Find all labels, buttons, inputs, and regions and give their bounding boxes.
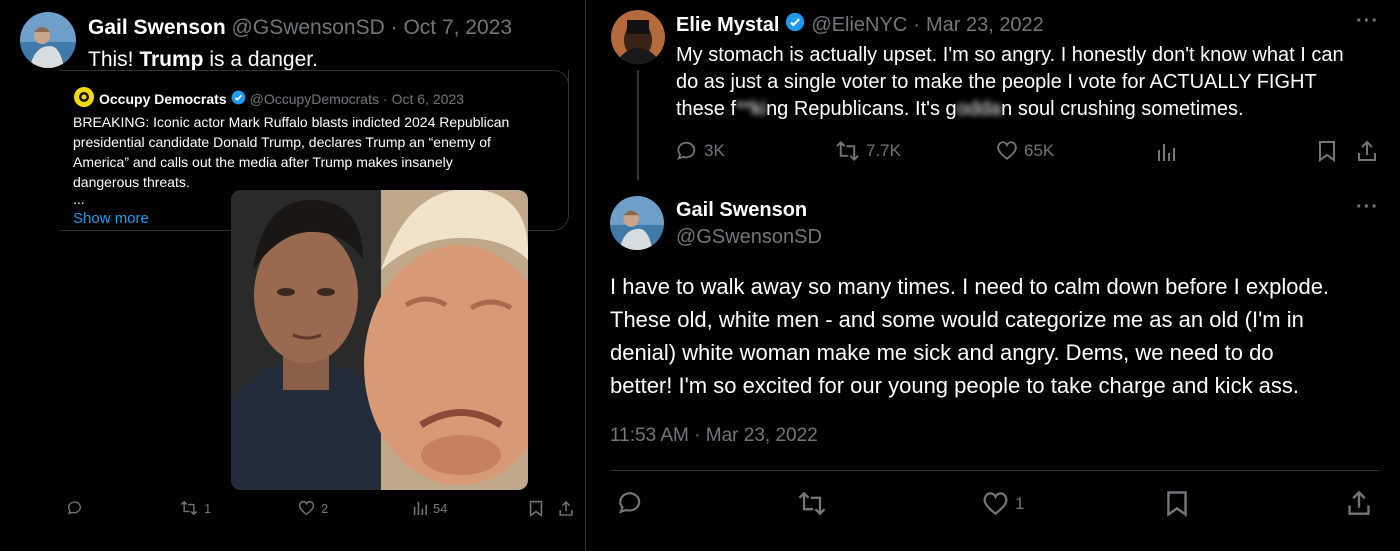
quote-author-handle[interactable]: @OccupyDemocrats [250,91,379,107]
like-count: 2 [321,500,329,516]
like-button[interactable]: 65K [996,140,1054,161]
like-count: 1 [1015,493,1025,513]
like-button[interactable]: 2 [298,500,328,516]
separator: · [382,90,388,107]
retweet-icon [835,140,860,162]
bookmark-icon [529,500,543,517]
reply-count: 3K [704,141,725,160]
reply-button[interactable]: 3K [676,140,725,162]
tweet-text: This! Trump is a danger. [88,48,318,71]
retweet-button[interactable] [797,491,827,516]
share-button[interactable] [1346,490,1372,516]
tweet-date[interactable]: Oct 7, 2023 [403,16,512,39]
more-icon[interactable]: ··· [1356,10,1379,33]
author-name[interactable]: Gail Swenson [676,199,807,222]
author-name[interactable]: Elie Mystal [676,14,779,37]
separator: · [390,16,398,39]
more-icon[interactable]: ··· [1356,196,1379,219]
reply-icon [67,500,83,516]
tweet-text: My stomach is actually upset. I'm so ang… [676,44,1344,120]
retweet-count: 1 [204,500,212,516]
show-more-link[interactable]: Show more [73,210,149,227]
author-handle[interactable]: @GSwensonSD [676,226,822,249]
bookmark-button[interactable] [1166,490,1188,517]
avatar[interactable] [611,10,665,64]
views-icon [413,500,427,516]
occupy-logo-icon [73,86,95,111]
reply-button[interactable] [617,490,644,516]
views-button[interactable]: 54 [413,500,447,516]
share-icon [1346,490,1372,516]
like-icon [298,500,315,516]
tweet-timestamp[interactable]: 11:53 AM · Mar 23, 2022 [610,425,818,447]
author-handle[interactable]: @ElieNYC [811,14,907,37]
panel-divider [585,0,586,551]
like-count: 65K [1024,140,1055,160]
like-icon [982,491,1009,516]
author-name[interactable]: Gail Swenson [88,16,226,39]
share-icon [1356,140,1378,162]
share-button[interactable] [1356,140,1378,162]
quote-image[interactable] [231,190,528,490]
quote-date[interactable]: Oct 6, 2023 [392,91,464,107]
share-icon [558,500,574,517]
tweet-date[interactable]: Mar 23, 2022 [926,14,1044,37]
thread-line [637,70,639,180]
avatar[interactable] [610,196,664,250]
like-icon [996,140,1018,161]
reply-icon [676,140,698,162]
verified-icon [785,12,805,38]
bookmark-icon [1318,140,1336,162]
share-button[interactable] [558,500,574,517]
reply-icon [617,490,644,516]
bookmark-button[interactable] [529,500,543,517]
retweet-button[interactable]: 7.7K [835,140,901,162]
views-count: 54 [433,500,448,516]
author-handle[interactable]: @GSwensonSD [232,16,385,39]
views-icon [1157,142,1175,162]
retweet-button[interactable]: 1 [180,500,211,516]
bookmark-button[interactable] [1318,140,1336,162]
views-button[interactable] [1157,142,1175,162]
reply-button[interactable] [67,500,83,516]
tweet-text: I have to walk away so many times. I nee… [610,274,1330,398]
retweet-icon [797,491,827,516]
divider [610,470,1380,471]
verified-icon [231,90,246,108]
quote-card-top-border [60,70,569,85]
separator: · [913,13,920,36]
avatar[interactable] [20,12,76,68]
like-button[interactable]: 1 [982,491,1024,516]
retweet-count: 7.7K [866,141,901,160]
retweet-icon [180,500,198,516]
quote-author-name[interactable]: Occupy Democrats [99,91,227,107]
bookmark-icon [1166,490,1188,517]
